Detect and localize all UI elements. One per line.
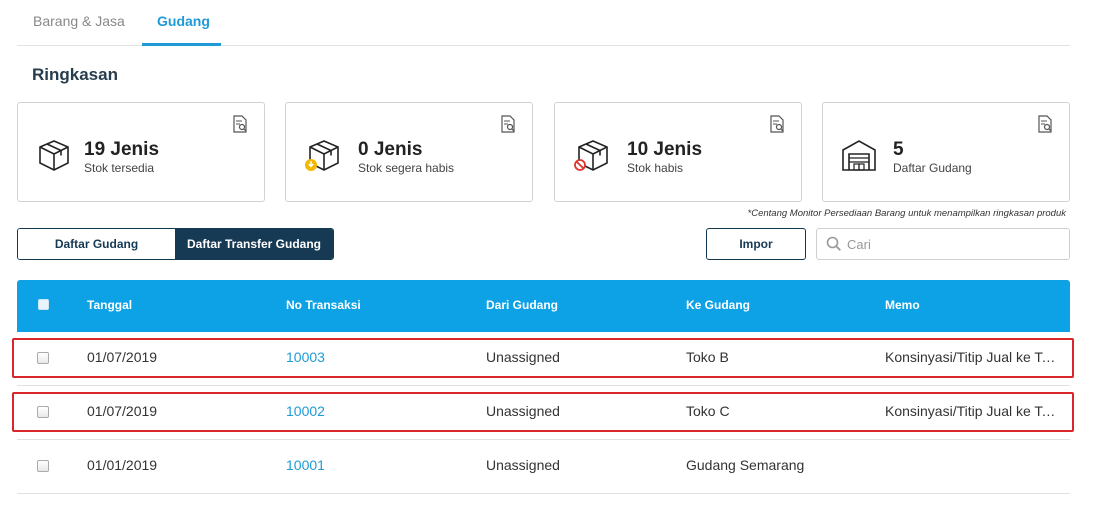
row-checkbox[interactable]	[37, 352, 49, 364]
card-value: 10 Jenis	[627, 139, 703, 160]
box-warning-icon	[305, 140, 339, 171]
table-header: Tanggal No Transaksi Dari Gudang Ke Guda…	[17, 280, 1070, 332]
summary-title: Ringkasan	[32, 65, 118, 84]
view-toggle: Daftar Gudang Daftar Transfer Gudang	[17, 228, 334, 260]
select-all-checkbox[interactable]	[38, 299, 49, 310]
warehouse-icon	[842, 140, 876, 171]
card-stok-tersedia: 19 Jenis Stok tersedia	[17, 102, 265, 202]
table-row[interactable]: 01/07/2019 10003 Unassigned Toko B Konsi…	[17, 332, 1070, 386]
cell-ke-gudang: Toko B	[686, 349, 729, 365]
tab-bar: Barang & Jasa Gudang	[17, 0, 1070, 46]
card-daftar-gudang: 5 Daftar Gudang	[822, 102, 1070, 202]
report-icon[interactable]	[769, 115, 785, 133]
daftar-gudang-button[interactable]: Daftar Gudang	[18, 229, 175, 259]
column-memo[interactable]: Memo	[885, 298, 920, 312]
card-value: 0 Jenis	[358, 139, 423, 160]
search-box	[816, 228, 1070, 260]
card-label: Stok segera habis	[358, 161, 455, 175]
cell-ke-gudang: Toko C	[686, 403, 730, 419]
cell-memo: Konsinyasi/Titip Jual ke Toko B	[885, 349, 1063, 365]
row-checkbox[interactable]	[37, 406, 49, 418]
cell-ke-gudang: Gudang Semarang	[686, 457, 805, 473]
box-empty-icon	[574, 140, 608, 171]
column-tanggal[interactable]: Tanggal	[87, 298, 132, 312]
box-icon	[39, 140, 69, 171]
card-label: Stok habis	[627, 161, 684, 175]
impor-button[interactable]: Impor	[706, 228, 806, 260]
cell-tanggal: 01/07/2019	[87, 349, 158, 365]
cell-dari-gudang: Unassigned	[486, 457, 560, 473]
column-dari-gudang[interactable]: Dari Gudang	[486, 298, 558, 312]
cell-dari-gudang: Unassigned	[486, 403, 560, 419]
search-icon	[826, 236, 841, 251]
card-stok-segera-habis: 0 Jenis Stok segera habis	[285, 102, 533, 202]
cell-no-transaksi-link[interactable]: 10003	[286, 349, 325, 365]
card-label: Stok tersedia	[84, 161, 155, 175]
cell-no-transaksi-link[interactable]: 10002	[286, 403, 325, 419]
report-icon[interactable]	[1037, 115, 1053, 133]
card-stok-habis: 10 Jenis Stok habis	[554, 102, 802, 202]
row-checkbox[interactable]	[37, 460, 49, 472]
table-row[interactable]: 01/01/2019 10001 Unassigned Gudang Semar…	[17, 440, 1070, 494]
active-tab-indicator	[142, 43, 221, 46]
cell-dari-gudang: Unassigned	[486, 349, 560, 365]
cell-tanggal: 01/01/2019	[87, 457, 158, 473]
table-row[interactable]: 01/07/2019 10002 Unassigned Toko C Konsi…	[17, 386, 1070, 440]
card-value: 5	[893, 139, 904, 160]
report-icon[interactable]	[500, 115, 516, 133]
search-input[interactable]	[847, 234, 1057, 254]
summary-note: *Centang Monitor Persediaan Barang untuk…	[747, 208, 1066, 219]
tab-barang-jasa[interactable]: Barang & Jasa	[33, 13, 125, 29]
card-label: Daftar Gudang	[893, 161, 972, 175]
tab-gudang[interactable]: Gudang	[157, 13, 210, 29]
cell-memo: Konsinyasi/Titip Jual ke Toko C	[885, 403, 1063, 419]
cell-tanggal: 01/07/2019	[87, 403, 158, 419]
report-icon[interactable]	[232, 115, 248, 133]
column-no-transaksi[interactable]: No Transaksi	[286, 298, 361, 312]
card-value: 19 Jenis	[84, 139, 160, 160]
daftar-transfer-gudang-button[interactable]: Daftar Transfer Gudang	[175, 229, 333, 259]
column-ke-gudang[interactable]: Ke Gudang	[686, 298, 750, 312]
cell-no-transaksi-link[interactable]: 10001	[286, 457, 325, 473]
